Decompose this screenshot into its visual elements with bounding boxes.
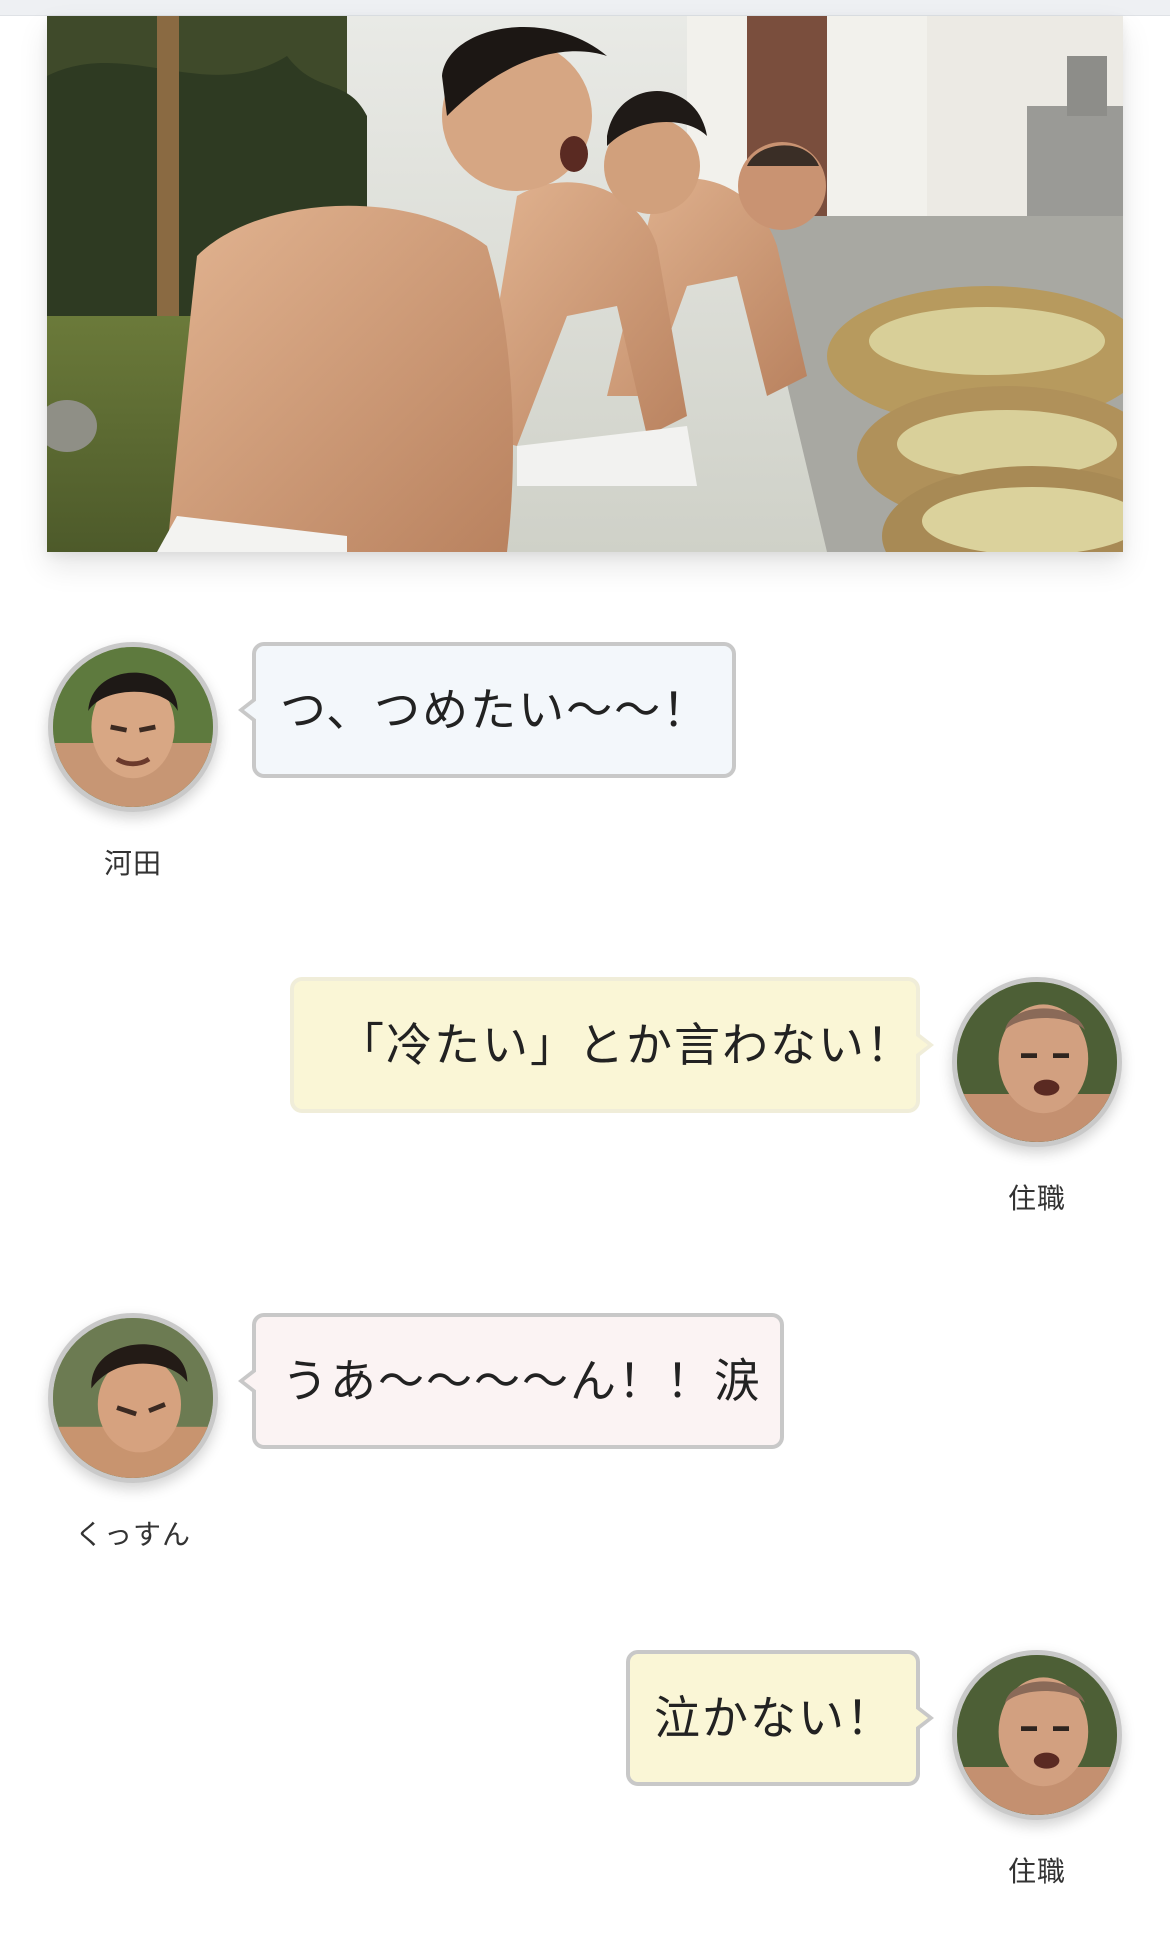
- hero-photo-illustration: [47, 16, 1123, 552]
- speaker-block-kussun: くっすん: [48, 1313, 218, 1553]
- speaker-block-jushoku: 住職: [952, 1650, 1122, 1890]
- avatar-jushoku-image: [957, 982, 1117, 1142]
- speech-bubble: つ、つめたい〜〜！: [252, 642, 736, 778]
- speaker-name: くっすん: [74, 1518, 191, 1551]
- dialogue-row-1: 河田 つ、つめたい〜〜！: [0, 642, 1170, 892]
- speech-bubble: うあ〜〜〜〜ん！！涙: [252, 1313, 784, 1449]
- speech-bubble: 泣かない！: [626, 1650, 920, 1786]
- speaker-name: 住職: [1007, 1855, 1066, 1888]
- speech-bubble: 「冷たい」とか言わない！: [290, 977, 920, 1113]
- dialogue-row-3: くっすん うあ〜〜〜〜ん！！涙: [0, 1313, 1170, 1563]
- avatar: [48, 1313, 218, 1483]
- dialogue-row-4: 泣かない！ 住職: [0, 1650, 1170, 1900]
- avatar-kawata-image: [53, 647, 213, 807]
- speaker-name: 河田: [103, 847, 162, 880]
- dialogue-row-2: 「冷たい」とか言わない！ 住職: [0, 977, 1170, 1227]
- speaker-block-kawata: 河田: [48, 642, 218, 882]
- avatar-jushoku-image: [957, 1655, 1117, 1815]
- speaker-block-jushoku: 住職: [952, 977, 1122, 1217]
- avatar: [952, 1650, 1122, 1820]
- speaker-name: 住職: [1007, 1182, 1066, 1215]
- hero-photo: [47, 16, 1123, 552]
- avatar: [48, 642, 218, 812]
- avatar-kussun-image: [53, 1318, 213, 1478]
- avatar: [952, 977, 1122, 1147]
- browser-top-bar: [0, 0, 1170, 16]
